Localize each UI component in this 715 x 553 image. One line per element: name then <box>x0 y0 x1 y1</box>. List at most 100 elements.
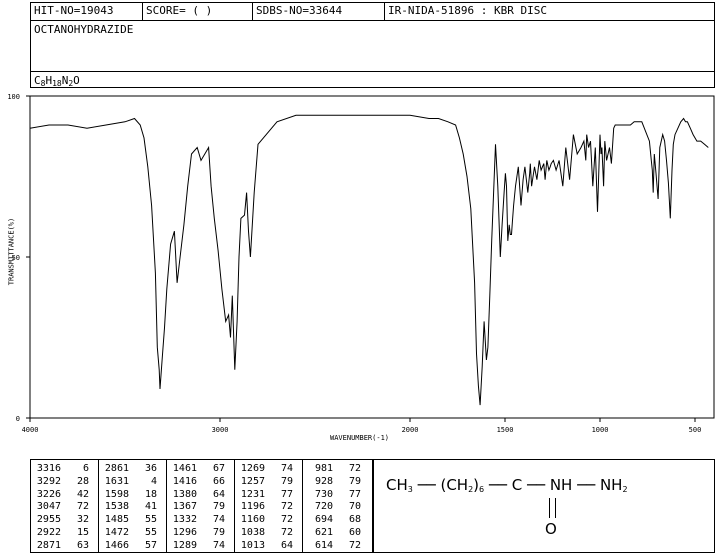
peak-row: 1461 67 <box>167 463 225 475</box>
peak-row: 3292 28 <box>31 476 89 488</box>
peak-wavenumber: 730 <box>314 488 333 500</box>
peak-row: 1296 79 <box>167 527 225 539</box>
peak-transmittance: 72 <box>348 463 361 474</box>
peak-wavenumber: 1013 <box>240 539 265 551</box>
peak-wavenumber: 1538 <box>104 501 129 513</box>
molecular-formula: C8H18N2O <box>34 74 80 88</box>
plot-ticks <box>26 95 696 422</box>
peak-transmittance: 60 <box>348 527 361 538</box>
x-tick-label-1000: 1000 <box>591 426 609 434</box>
structure-divider <box>373 460 374 552</box>
peak-wavenumber: 1196 <box>240 501 265 513</box>
score: SCORE= ( ) <box>143 3 253 20</box>
peak-wavenumber: 720 <box>314 501 333 513</box>
y-tick-label-100: 100 <box>7 93 20 101</box>
peak-row: 1160 72 <box>235 514 293 526</box>
peak-row: 1257 79 <box>235 476 293 488</box>
peak-wavenumber: 3226 <box>36 488 61 500</box>
peak-transmittance: 66 <box>212 475 225 487</box>
peak-transmittance: 57 <box>144 539 157 551</box>
peak-transmittance: 70 <box>348 501 361 513</box>
spectrum-trace <box>29 114 709 406</box>
peak-wavenumber: 2861 <box>104 463 129 474</box>
peak-row: 621 60 <box>303 527 361 539</box>
peak-wavenumber: 1367 <box>172 501 197 513</box>
peak-row: 2871 63 <box>31 540 89 552</box>
formula-row: C8H18N2O <box>31 71 714 89</box>
peak-transmittance: 6 <box>82 463 89 474</box>
oxygen-atom: O <box>545 520 557 538</box>
peak-column-3: 1461 67 1416 66 1380 64 1367 79 1332 74 1296 79 1289… <box>167 460 235 552</box>
compound-row: OCTANOHYDRAZIDE <box>31 20 714 72</box>
peak-wavenumber: 1466 <box>104 539 129 551</box>
peak-transmittance: 55 <box>144 514 157 526</box>
peak-row: 1631 4 <box>99 476 157 488</box>
peak-wavenumber: 3316 <box>36 463 61 474</box>
x-tick-label-2000: 2000 <box>401 426 419 434</box>
peak-row: 1038 72 <box>235 527 293 539</box>
peak-transmittance: 32 <box>76 514 89 526</box>
peak-row: 2861 36 <box>99 463 157 475</box>
peak-wavenumber: 1038 <box>240 527 265 538</box>
peak-transmittance: 18 <box>144 488 157 500</box>
peak-wavenumber: 1296 <box>172 527 197 538</box>
peak-transmittance: 72 <box>280 527 293 538</box>
peak-wavenumber: 2871 <box>36 539 61 551</box>
peak-transmittance: 28 <box>76 475 89 487</box>
peak-wavenumber: 1416 <box>172 475 197 487</box>
peak-row: 720 70 <box>303 501 361 513</box>
nh-group: NH <box>549 476 573 494</box>
peak-transmittance: 72 <box>280 514 293 526</box>
peak-transmittance: 79 <box>280 475 293 487</box>
peak-transmittance: 36 <box>144 463 157 474</box>
peak-transmittance: 79 <box>212 501 225 513</box>
peak-transmittance: 79 <box>348 475 361 487</box>
peak-wavenumber: 621 <box>314 527 333 538</box>
peak-wavenumber: 2955 <box>36 514 61 526</box>
y-axis-label: TRANSMITTANCE(%) <box>7 217 16 286</box>
x-tick-label-3000: 3000 <box>211 426 229 434</box>
peak-wavenumber: 1631 <box>104 475 129 487</box>
peak-row: 1332 74 <box>167 514 225 526</box>
methylene-chain: (CH2)6 <box>440 476 485 494</box>
peak-row: 1466 57 <box>99 540 157 552</box>
peak-row: 1538 41 <box>99 501 157 513</box>
peak-column-4: 1269 74 1257 79 1231 77 1196 72 1160 72 1038 72 1013… <box>235 460 303 552</box>
peak-wavenumber: 614 <box>314 539 333 551</box>
ir-nida-info: IR-NIDA-51896 : KBR DISC <box>388 4 547 17</box>
plot-frame <box>29 95 715 419</box>
peak-transmittance: 67 <box>212 463 225 474</box>
double-bond <box>549 498 556 518</box>
peak-column-1: 3316 6 3292 28 3226 42 3047 72 2955 32 2922 15 2871 6… <box>31 460 99 552</box>
peak-transmittance: 68 <box>348 514 361 526</box>
peak-wavenumber: 3292 <box>36 475 61 487</box>
peak-row: 694 68 <box>303 514 361 526</box>
peak-transmittance: 42 <box>76 488 89 500</box>
x-tick-label-500: 500 <box>688 426 702 434</box>
peak-wavenumber: 928 <box>314 475 333 487</box>
bond: ── <box>572 476 600 494</box>
peak-transmittance: 72 <box>280 501 293 513</box>
peak-row: 1231 77 <box>235 489 293 501</box>
peak-wavenumber: 1257 <box>240 475 265 487</box>
compound-name: OCTANOHYDRAZIDE <box>34 23 134 36</box>
peak-wavenumber: 1380 <box>172 488 197 500</box>
peak-transmittance: 64 <box>212 488 225 500</box>
hit-number: HIT-NO=19043 <box>31 3 143 20</box>
peak-wavenumber: 1160 <box>240 514 265 526</box>
peak-wavenumber: 1269 <box>240 463 265 474</box>
peak-transmittance: 15 <box>76 527 89 538</box>
peak-transmittance: 64 <box>280 539 293 551</box>
peak-row: 1013 64 <box>235 540 293 552</box>
bond: ── <box>412 476 441 494</box>
bond: ── <box>484 476 512 494</box>
peak-row: 3226 42 <box>31 489 89 501</box>
y-tick-label-0: 0 <box>15 415 20 423</box>
nh2-group: NH2 <box>599 476 628 494</box>
structure-formula: CH3 ── (CH2)6 ── C ── NH ── NH2 <box>386 476 628 494</box>
peak-column-2: 2861 36 1631 4 1598 18 1538 41 1485 55 1472 55 1466 5… <box>99 460 167 552</box>
peak-transmittance: 63 <box>76 539 89 551</box>
ir-spectrum-plot <box>26 95 715 422</box>
peak-row: 3047 72 <box>31 501 89 513</box>
peak-wavenumber: 1332 <box>172 514 197 526</box>
